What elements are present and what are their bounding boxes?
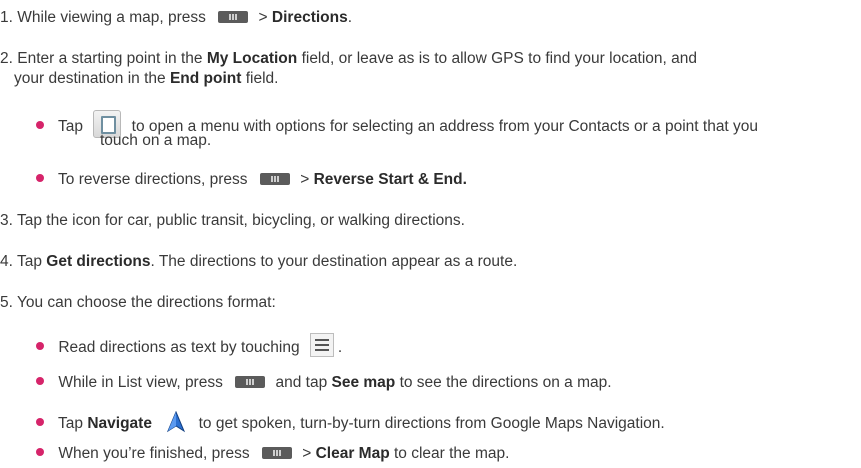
bullet-dot [36, 418, 44, 426]
navigate-icon [167, 411, 186, 433]
step-5-bullet-3: Tap Navigate to get spoken, turn-by-turn… [36, 411, 665, 434]
manual-page: 1. While viewing a map, press > Directio… [0, 0, 861, 468]
step-5: 5. You can choose the directions format: [0, 294, 276, 311]
bullet-dot [36, 342, 44, 350]
menu-key-icon [218, 11, 249, 23]
bullet-dot [36, 174, 44, 182]
step-3: 3. Tap the icon for car, public transit,… [0, 212, 465, 229]
menu-key-icon [261, 447, 292, 459]
bullet-dot [36, 448, 44, 456]
menu-key-icon [235, 376, 266, 388]
bullet-dot [36, 377, 44, 385]
step-5-bullet-2: While in List view, press and tap See ma… [36, 373, 612, 393]
step-2-line-2: your destination in the End point field. [14, 70, 279, 87]
step-2-bullet-2: To reverse directions, press > Reverse S… [36, 170, 467, 190]
step-2-bullet-1-line-2: touch on a map. [100, 132, 212, 149]
list-view-icon [309, 333, 334, 357]
step-5-bullet-4: When you’re finished, press > Clear Map … [36, 444, 509, 464]
bullet-dot [36, 121, 44, 129]
step-5-bullet-1: Read directions as text by touching . [36, 333, 342, 358]
step-4: 4. Tap Get directions. The directions to… [0, 253, 518, 270]
step-2-line-1: 2. Enter a starting point in the My Loca… [0, 50, 698, 67]
menu-key-icon [259, 173, 290, 185]
step-1: 1. While viewing a map, press > Directio… [0, 9, 353, 26]
